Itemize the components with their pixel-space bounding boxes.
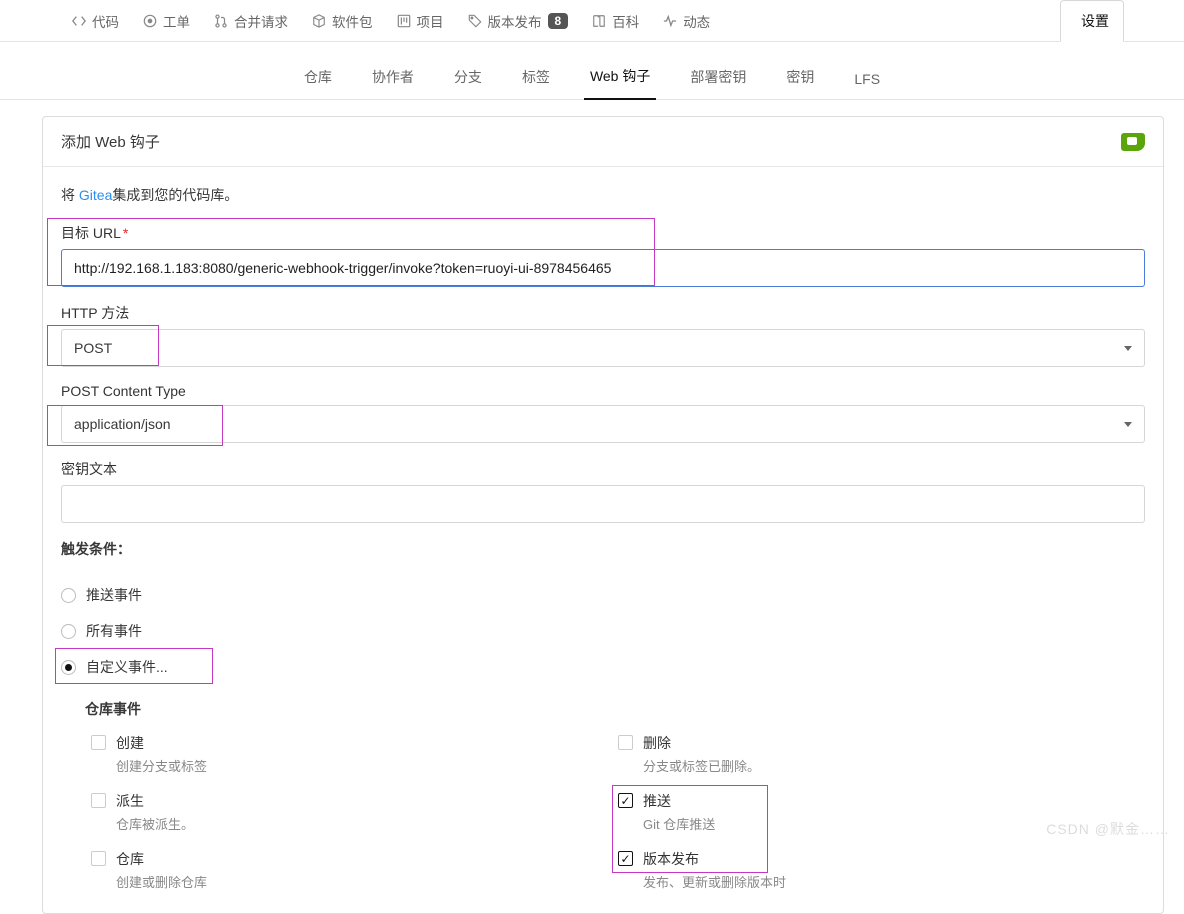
tab-projects-label: 项目 [417, 11, 444, 31]
subtab-secrets[interactable]: 密钥 [780, 55, 820, 99]
trigger-custom-radio[interactable]: 自定义事件... [61, 649, 1145, 685]
subtab-repo[interactable]: 仓库 [298, 55, 338, 99]
pulse-icon [663, 14, 677, 28]
intro-prefix: 将 [61, 187, 79, 203]
book-icon [592, 14, 606, 28]
checkbox-icon [618, 793, 633, 808]
event-push-title: 推送 [643, 791, 715, 811]
event-create-desc: 创建分支或标签 [116, 756, 207, 775]
event-repo-title: 仓库 [116, 849, 207, 869]
radio-icon [61, 660, 76, 675]
settings-subtabs: 仓库 协作者 分支 标签 Web 钩子 部署密钥 密钥 LFS [0, 42, 1184, 100]
checkbox-icon [618, 735, 633, 750]
event-release-desc: 发布、更新或删除版本时 [643, 872, 786, 891]
subtab-branches[interactable]: 分支 [448, 55, 488, 99]
package-icon [312, 14, 326, 28]
issue-icon [143, 14, 157, 28]
checkbox-icon [618, 851, 633, 866]
tab-packages-label: 软件包 [332, 11, 373, 31]
trigger-heading: 触发条件： [61, 539, 1145, 559]
tag-icon [468, 14, 482, 28]
trigger-custom-label: 自定义事件... [86, 657, 168, 677]
repo-events-heading: 仓库事件 [85, 699, 1145, 719]
tab-code-label: 代码 [92, 11, 119, 31]
event-fork[interactable]: 派生仓库被派生。 [91, 791, 618, 833]
tab-releases[interactable]: 版本发布 8 [456, 0, 581, 42]
event-create-title: 创建 [116, 733, 207, 753]
checkbox-icon [91, 851, 106, 866]
tab-code[interactable]: 代码 [60, 0, 131, 42]
tab-settings-label: 设置 [1081, 11, 1109, 31]
tab-pulls[interactable]: 合并请求 [202, 0, 300, 42]
releases-count-badge: 8 [548, 13, 569, 29]
tab-projects[interactable]: 项目 [385, 0, 456, 42]
content-type-select[interactable]: application/json [61, 405, 1145, 443]
intro-text: 将 Gitea集成到您的代码库。 [61, 185, 1145, 205]
tab-wiki-label: 百科 [612, 11, 639, 31]
event-release[interactable]: 版本发布发布、更新或删除版本时 [618, 849, 1145, 891]
chevron-down-icon [1124, 346, 1132, 351]
tab-wiki[interactable]: 百科 [580, 0, 651, 42]
repo-tab-bar: 代码 工单 合并请求 软件包 项目 版本发布 8 百科 动态 设置 [0, 0, 1184, 42]
target-url-input[interactable] [61, 249, 1145, 287]
trigger-push-radio[interactable]: 推送事件 [61, 577, 1145, 613]
subtab-lfs[interactable]: LFS [848, 59, 886, 99]
tab-releases-label: 版本发布 [488, 11, 542, 31]
gitea-link[interactable]: Gitea [79, 187, 112, 203]
tab-issues[interactable]: 工单 [131, 0, 202, 42]
git-pull-icon [214, 14, 228, 28]
event-repo[interactable]: 仓库创建或删除仓库 [91, 849, 618, 891]
code-icon [72, 14, 86, 28]
tab-issues-label: 工单 [163, 11, 190, 31]
event-fork-title: 派生 [116, 791, 194, 811]
content-type-value: application/json [74, 416, 171, 432]
subtab-collaborators[interactable]: 协作者 [366, 55, 420, 99]
tab-activity-label: 动态 [683, 11, 710, 31]
subtab-webhooks[interactable]: Web 钩子 [584, 54, 656, 100]
event-delete-desc: 分支或标签已删除。 [643, 756, 760, 775]
trigger-all-radio[interactable]: 所有事件 [61, 613, 1145, 649]
tab-packages[interactable]: 软件包 [300, 0, 385, 42]
trigger-push-label: 推送事件 [86, 585, 142, 605]
intro-suffix: 集成到您的代码库。 [112, 187, 238, 203]
webhook-panel: 添加 Web 钩子 将 Gitea集成到您的代码库。 目标 URL* HTTP … [42, 116, 1164, 914]
http-method-select[interactable]: POST [61, 329, 1145, 367]
content-type-label: POST Content Type [61, 383, 1145, 399]
watermark-text: CSDN @默金…… [1046, 819, 1170, 839]
http-method-label: HTTP 方法 [61, 303, 1145, 323]
event-fork-desc: 仓库被派生。 [116, 814, 194, 833]
url-label: 目标 URL* [61, 223, 1145, 243]
radio-icon [61, 588, 76, 603]
tab-settings[interactable]: 设置 [1060, 0, 1124, 42]
http-method-value: POST [74, 340, 112, 356]
trigger-all-label: 所有事件 [86, 621, 142, 641]
radio-icon [61, 624, 76, 639]
panel-title: 添加 Web 钩子 [61, 131, 160, 152]
secret-input[interactable] [61, 485, 1145, 523]
checkbox-icon [91, 735, 106, 750]
event-repo-desc: 创建或删除仓库 [116, 872, 207, 891]
event-delete[interactable]: 删除分支或标签已删除。 [618, 733, 1145, 775]
tab-activity[interactable]: 动态 [651, 0, 722, 42]
project-icon [397, 14, 411, 28]
event-release-title: 版本发布 [643, 849, 786, 869]
event-create[interactable]: 创建创建分支或标签 [91, 733, 618, 775]
event-delete-title: 删除 [643, 733, 760, 753]
secret-label: 密钥文本 [61, 459, 1145, 479]
checkbox-icon [91, 793, 106, 808]
tab-pulls-label: 合并请求 [234, 11, 288, 31]
chevron-down-icon [1124, 422, 1132, 427]
subtab-tags[interactable]: 标签 [516, 55, 556, 99]
gitea-logo-icon [1121, 133, 1145, 151]
subtab-deploy-keys[interactable]: 部署密钥 [684, 55, 752, 99]
event-push-desc: Git 仓库推送 [643, 814, 715, 833]
